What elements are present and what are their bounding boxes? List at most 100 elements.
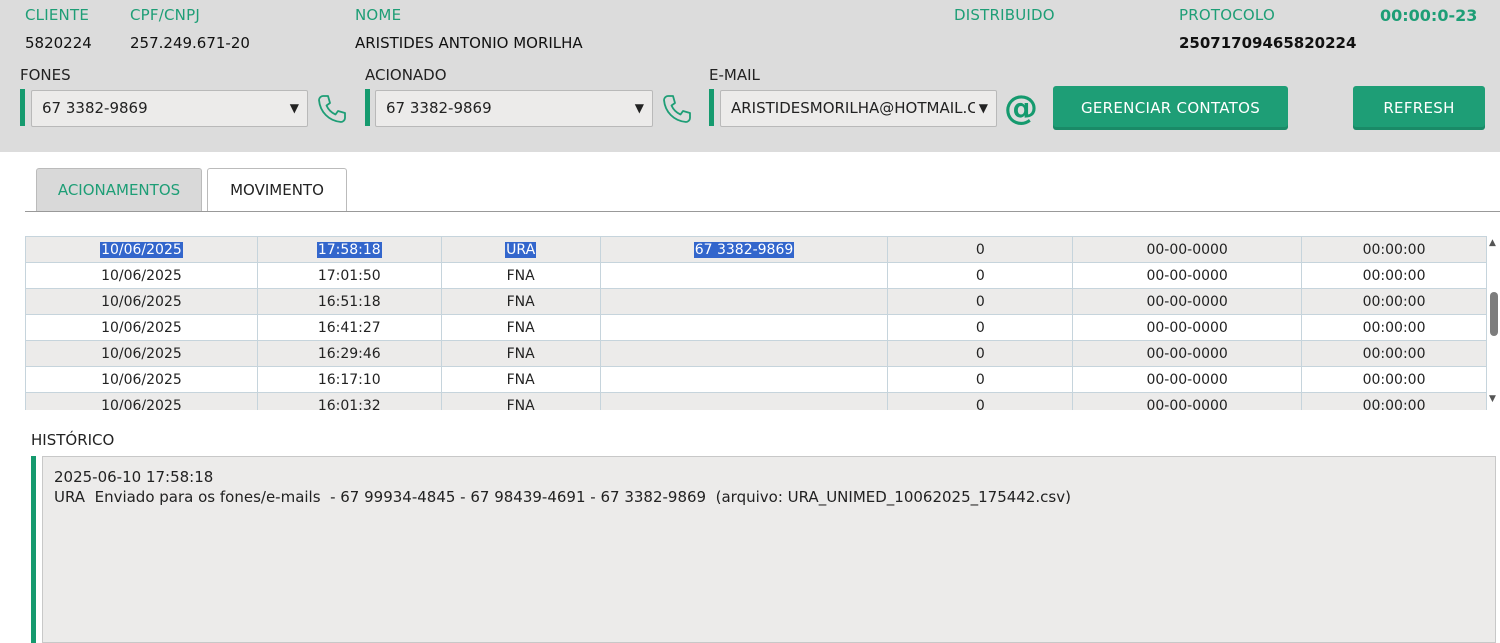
cell-time-text: 16:01:32 [317,397,381,411]
cell-time2: 00:00:00 [1301,314,1487,341]
cpf-label: CPF/CNPJ [130,6,200,24]
cell-time-text: 16:41:27 [317,319,381,336]
fones-label: FONES [20,66,71,84]
cell-time2-text: 00:00:00 [1362,267,1426,284]
table-row[interactable]: 10/06/2025 17:01:50 FNA 0 00-00-0000 00:00:00 [25,262,1487,289]
cell-time2: 00:00:00 [1301,392,1487,411]
cell-time2-text: 00:00:00 [1362,397,1426,411]
cell-time2-text: 00:00:00 [1362,345,1426,362]
cell-time2: 00:00:00 [1301,262,1487,289]
cell-date2: 00-00-0000 [1072,314,1303,341]
cell-time2: 00:00:00 [1301,288,1487,315]
cell-date-text: 10/06/2025 [101,319,182,336]
email-label: E-MAIL [709,66,760,84]
cell-time2-text: 00:00:00 [1362,293,1426,310]
refresh-button[interactable]: REFRESH [1353,86,1485,130]
table-row[interactable]: 10/06/2025 16:01:32 FNA 0 00-00-0000 00:00:00 [25,392,1487,411]
historico-textarea[interactable]: 2025-06-10 17:58:18 URA Enviado para os … [42,456,1496,643]
acionado-accent-bar [365,89,370,126]
cell-date: 10/06/2025 [25,366,258,393]
cell-phone [599,392,889,410]
cell-date-text: 10/06/2025 [101,293,182,310]
cell-date: 10/06/2025 [25,340,258,367]
tab-movimento[interactable]: MOVIMENTO [207,168,347,211]
cell-count-text: 0 [975,267,985,284]
gerenciar-contatos-button[interactable]: GERENCIAR CONTATOS [1053,86,1288,130]
cell-date2: 00-00-0000 [1072,392,1303,411]
cell-time-text: 17:58:18 [316,241,382,258]
cell-type: FNA [440,366,601,393]
table-scrollbar[interactable]: ▲ ▼ [1487,236,1500,410]
acionado-label: ACIONADO [365,66,447,84]
cell-phone [599,314,889,341]
acionado-select[interactable]: 67 3382-9869 ▼ [375,90,653,127]
cell-count: 0 [887,262,1074,289]
scroll-down-icon[interactable]: ▼ [1489,394,1496,404]
fones-accent-bar [20,89,25,126]
cell-time-text: 17:01:50 [317,267,381,284]
cell-type: FNA [440,262,601,289]
acionado-select-value: 67 3382-9869 [386,99,492,117]
cell-time2: 00:00:00 [1301,340,1487,367]
cell-phone [599,262,889,289]
cell-date2: 00-00-0000 [1072,366,1303,393]
cell-date2-text: 00-00-0000 [1146,345,1228,362]
cell-count: 0 [887,392,1074,410]
cell-phone [599,288,889,315]
cell-time: 16:29:46 [256,340,442,367]
cell-time: 16:01:32 [256,392,442,411]
cell-type-text: FNA [506,397,535,411]
chevron-down-icon: ▼ [289,101,299,115]
tab-acionamentos[interactable]: ACIONAMENTOS [36,168,202,211]
cell-date-text: 10/06/2025 [101,397,182,411]
cell-date-text: 10/06/2025 [101,345,182,362]
cell-date: 10/06/2025 [25,262,258,289]
cell-date2: 00-00-0000 [1072,262,1303,289]
cell-date-text: 10/06/2025 [101,267,182,284]
cell-date2-text: 00-00-0000 [1146,241,1228,258]
table-row[interactable]: 10/06/2025 16:51:18 FNA 0 00-00-0000 00:00:00 [25,288,1487,315]
cell-count-text: 0 [975,319,985,336]
chevron-down-icon: ▼ [634,101,644,115]
nome-value: ARISTIDES ANTONIO MORILHA [355,34,583,52]
protocolo-value: 25071709465820224 [1179,34,1357,52]
table-row[interactable]: 10/06/2025 17:58:18 URA 67 3382-9869 0 00-00-… [25,236,1487,263]
fones-select[interactable]: 67 3382-9869 ▼ [31,90,308,127]
call-timer: 00:00:0-23 [1380,6,1478,25]
cell-time: 16:41:27 [256,314,442,341]
cell-type-text: URA [505,241,537,258]
email-select-value: ARISTIDESMORILHA@HOTMAIL.C [731,99,978,117]
cell-date2-text: 00-00-0000 [1146,371,1228,388]
cell-date2-text: 00-00-0000 [1146,319,1228,336]
phone-icon[interactable] [316,93,348,125]
email-select[interactable]: ARISTIDESMORILHA@HOTMAIL.C ▼ [720,90,997,127]
cell-count-text: 0 [975,241,985,258]
cell-count: 0 [887,366,1074,393]
table-row[interactable]: 10/06/2025 16:29:46 FNA 0 00-00-0000 00:00:00 [25,340,1487,367]
cell-type-text: FNA [506,345,535,362]
cell-count: 0 [887,314,1074,341]
cell-time2-text: 00:00:00 [1362,319,1426,336]
cell-count-text: 0 [975,293,985,310]
phone-icon[interactable] [661,93,693,125]
cell-date2-text: 00-00-0000 [1146,397,1228,411]
cell-count: 0 [887,340,1074,367]
protocolo-label: PROTOCOLO [1179,6,1275,24]
cell-date2: 00-00-0000 [1072,236,1303,263]
cell-date2: 00-00-0000 [1072,288,1303,315]
cell-count: 0 [887,236,1074,263]
cell-type: FNA [440,340,601,367]
distribuido-label: DISTRIBUIDO [954,6,1055,24]
cell-date: 10/06/2025 [25,288,258,315]
historico-accent-bar [31,456,36,643]
table-row[interactable]: 10/06/2025 16:17:10 FNA 0 00-00-0000 00:00:00 [25,366,1487,393]
scroll-up-icon[interactable]: ▲ [1489,238,1496,248]
at-icon[interactable]: @ [1004,88,1038,128]
cpf-value: 257.249.671-20 [130,34,250,52]
table-row[interactable]: 10/06/2025 16:41:27 FNA 0 00-00-0000 00:00:00 [25,314,1487,341]
cell-date: 10/06/2025 [25,392,258,411]
historico-line: 2025-06-10 17:58:18 [54,468,214,486]
cell-time: 16:51:18 [256,288,442,315]
scroll-thumb[interactable] [1490,292,1498,336]
acionamentos-table: 10/06/2025 17:58:18 URA 67 3382-9869 0 00-00-… [25,236,1487,410]
